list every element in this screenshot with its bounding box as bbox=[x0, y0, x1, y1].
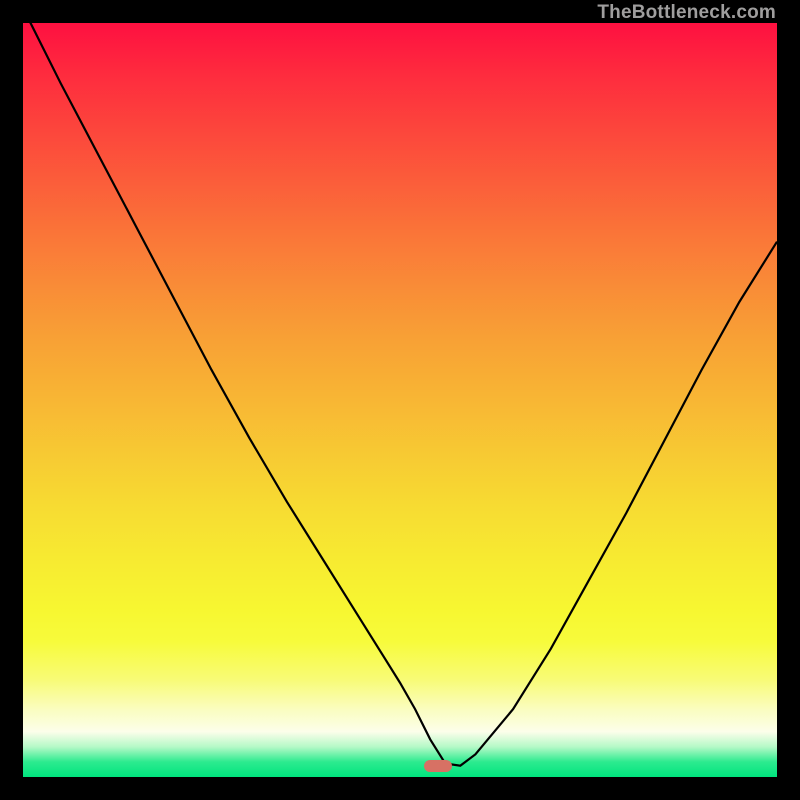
plot-area bbox=[23, 23, 777, 777]
bottleneck-curve bbox=[23, 23, 777, 777]
optimal-marker bbox=[424, 760, 452, 772]
watermark-text: TheBottleneck.com bbox=[597, 2, 776, 24]
chart-frame: TheBottleneck.com bbox=[0, 0, 800, 800]
